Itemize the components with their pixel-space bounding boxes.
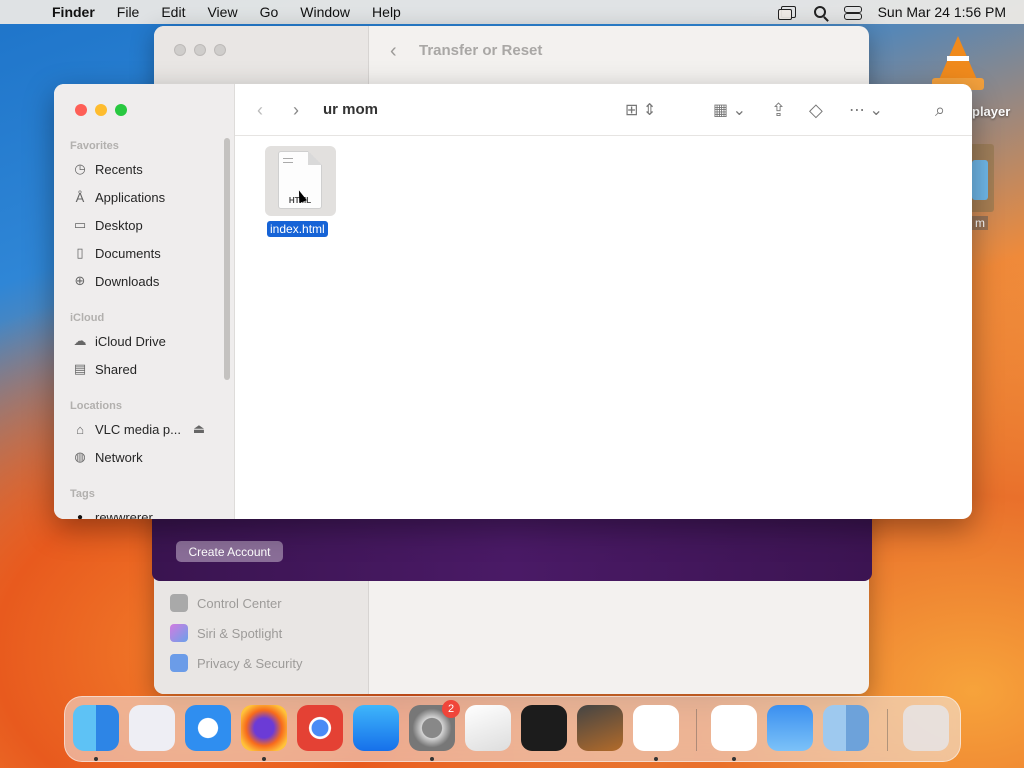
section-icloud: iCloud [70,312,105,324]
search-icon[interactable]: ⌕ [935,100,945,121]
clock-icon: ◷ [74,161,86,176]
firefox-dock-icon[interactable] [241,705,287,751]
menu-window[interactable]: Window [300,4,350,20]
menu-help[interactable]: Help [372,4,401,20]
settings-window-controls [174,44,226,56]
control-center-icon [170,594,188,612]
group-by-icon[interactable]: ▦ ⌄ [713,100,746,120]
menu-view[interactable]: View [207,4,237,20]
view-grid-icon[interactable]: ⊞ ⇕ [625,100,656,120]
menu-app-finder[interactable]: Finder [52,4,95,20]
desktop-file-label[interactable]: m [972,216,988,230]
menu-go[interactable]: Go [260,4,279,20]
settings-item-label: Siri & Spotlight [197,625,283,641]
spotlight-search-icon[interactable] [813,6,826,18]
sidebar-scrollbar[interactable] [224,138,230,380]
screen-mirroring-icon[interactable] [777,6,796,20]
sidebar-item-vlc-volume[interactable]: ⌂ VLC media p... ⏏ [72,418,214,440]
download-icon: ⊕ [74,273,86,288]
disk-icon: ⌂ [76,421,84,437]
notification-badge: 2 [442,700,460,718]
zoom-button[interactable] [115,104,127,116]
close-button[interactable] [75,104,87,116]
sidebar-item-label: Shared [95,361,137,377]
sidebar-item-label: Recents [95,161,143,177]
minimize-button[interactable] [95,104,107,116]
window-controls [75,104,127,116]
garageband-dock-icon[interactable] [577,705,623,751]
menu-file[interactable]: File [117,4,140,20]
sidebar-item-label: rewwrerer [95,509,153,520]
sidebar-item-recents[interactable]: ◷ Recents [72,158,143,180]
sidebar-item-tag[interactable]: ● rewwrerer [72,506,153,520]
applications-icon: Å [75,189,85,205]
settings-item-control-center[interactable]: Control Center [170,588,302,618]
sidebar-item-label: Downloads [95,273,160,289]
dock: 2 [64,696,961,762]
sidebar-item-documents[interactable]: ▯ Documents [72,242,161,264]
desktop-icon: ▭ [73,217,87,232]
launchpad-dock-icon[interactable] [129,705,175,751]
back-chevron-icon[interactable]: ‹ [390,40,397,63]
settings-sidebar-list: Control Center Siri & Spotlight Privacy … [170,588,302,678]
section-tags: Tags [70,488,95,500]
sidebar-item-network[interactable]: ◍ Network [72,446,143,468]
sidebar-item-downloads[interactable]: ⊕ Downloads [72,270,160,292]
menu-clock[interactable]: Sun Mar 24 1:56 PM [878,4,1006,20]
sidebar-item-label: Applications [95,189,166,205]
sidebar-item-label: VLC media p... [95,421,181,437]
siri-icon [170,624,188,642]
sidebar-item-label: iCloud Drive [95,333,166,349]
chrome-dock-icon[interactable] [297,705,343,751]
sidebar-item-label: Desktop [95,217,143,233]
more-actions-icon[interactable]: ⋯ ⌄ [849,100,883,120]
settings-item-label: Privacy & Security [197,655,303,671]
forward-chevron-icon[interactable]: › [293,100,299,121]
section-favorites: Favorites [70,140,119,152]
trash-dock-icon[interactable] [903,705,949,751]
sidebar-item-shared[interactable]: ▤ Shared [72,358,137,380]
eject-icon[interactable]: ⏏ [191,421,207,437]
create-account-button[interactable]: Create Account [176,541,283,562]
document-icon: ▯ [76,245,84,260]
globe-icon: ◍ [74,449,86,464]
settings-page-title: Transfer or Reset [419,42,543,59]
menu-edit[interactable]: Edit [161,4,185,20]
cloud-icon: ☁ [73,333,87,348]
control-center-icon[interactable] [843,5,862,20]
sidebar-item-desktop[interactable]: ▭ Desktop [72,214,143,236]
finder-window: Favorites ◷ Recents Å Applications ▭ Des… [54,84,972,519]
file-name-label[interactable]: index.html [267,221,328,237]
settings-item-siri-spotlight[interactable]: Siri & Spotlight [170,618,302,648]
visual-studio-dock-icon[interactable] [711,705,757,751]
shared-folder-icon: ▤ [73,361,87,376]
tag-dot-icon: ● [76,511,84,520]
safari-dock-icon[interactable] [185,705,231,751]
share-icon[interactable]: ⇪ [771,100,786,121]
vscode-dock-icon[interactable] [633,705,679,751]
app-store-dock-icon[interactable] [353,705,399,751]
sidebar-item-applications[interactable]: Å Applications [72,186,165,208]
section-locations: Locations [70,400,122,412]
migration-assistant-dock-icon[interactable] [823,705,869,751]
weather-dock-icon[interactable] [767,705,813,751]
settings-item-label: Control Center [197,595,282,611]
tag-icon[interactable]: ◇ [809,100,823,121]
hand-icon [170,654,188,672]
sidebar-item-label: Documents [95,245,161,261]
terminal-dock-icon[interactable] [521,705,567,751]
desktop-vlc-label[interactable]: player [972,104,1010,119]
finder-dock-icon[interactable] [73,705,119,751]
finder-sidebar: Favorites ◷ Recents Å Applications ▭ Des… [54,84,235,519]
sidebar-item-label: Network [95,449,143,465]
folder-title: ur mom [323,101,379,118]
back-chevron-icon[interactable]: ‹ [257,100,263,121]
menu-bar: Finder File Edit View Go Window Help Sun… [0,0,1024,24]
textedit-dock-icon[interactable] [465,705,511,751]
sidebar-item-icloud-drive[interactable]: ☁ iCloud Drive [72,330,166,352]
settings-item-privacy-security[interactable]: Privacy & Security [170,648,302,678]
html-file-icon[interactable]: HTML [265,146,336,216]
